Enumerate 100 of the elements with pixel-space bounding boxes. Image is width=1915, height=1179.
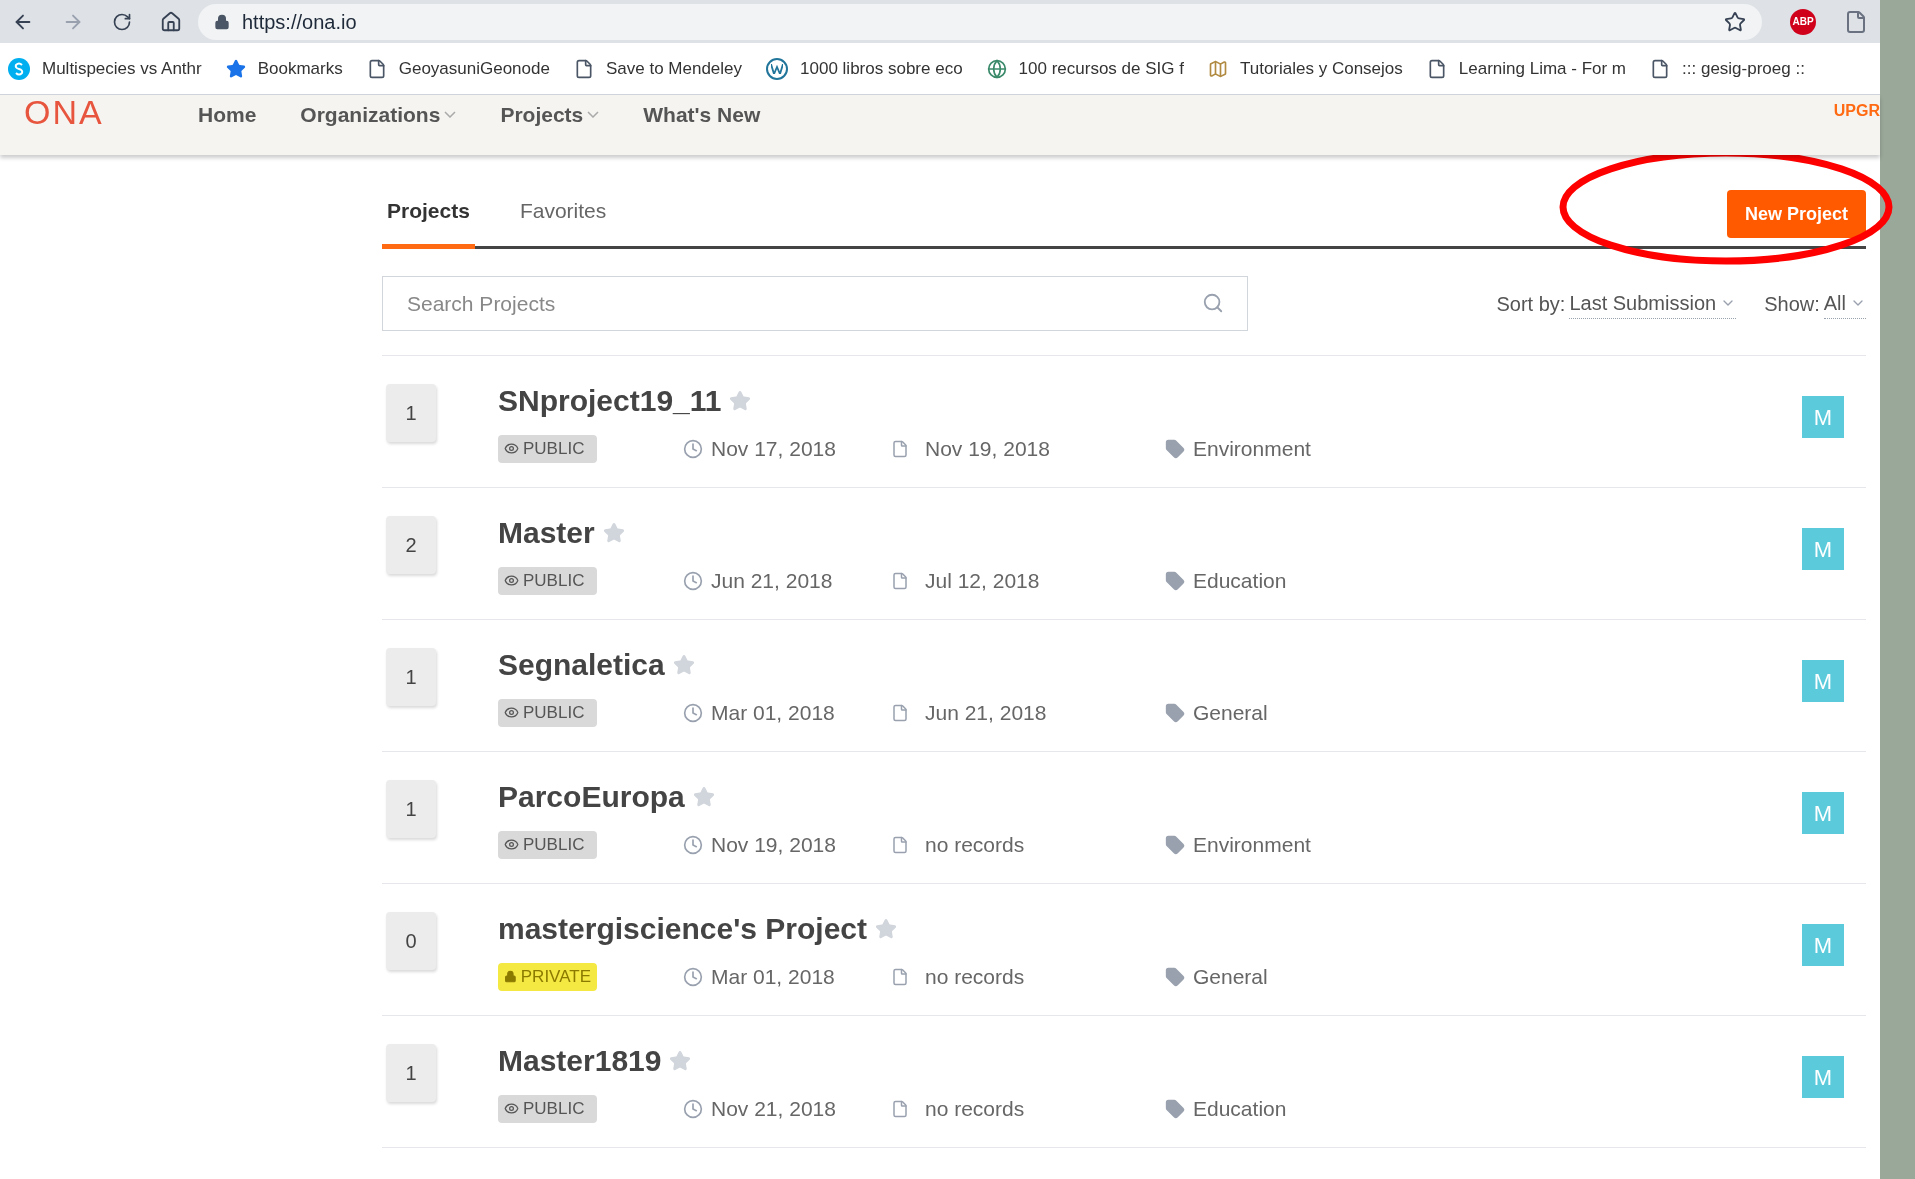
show-label: Show: xyxy=(1764,291,1820,317)
form-count-file: 1 xyxy=(386,780,436,838)
clock-icon xyxy=(683,570,703,591)
bookmark-link[interactable]: 100 recursos de SIG f xyxy=(1018,55,1184,82)
last-submission-date: Nov 19, 2018 xyxy=(925,436,1051,462)
project-title[interactable]: SNproject19_11 xyxy=(498,378,722,423)
created-date: Mar 01, 2018 xyxy=(711,700,836,726)
home-icon[interactable] xyxy=(160,10,182,33)
category-label: Environment xyxy=(1193,832,1311,858)
form-count-file: 2 xyxy=(386,516,436,574)
sort-dropdown[interactable]: Last Submission xyxy=(1569,288,1737,319)
tab[interactable]: Favorites xyxy=(514,194,612,249)
clock-icon xyxy=(683,702,703,723)
category-label: General xyxy=(1193,700,1268,726)
star-icon[interactable] xyxy=(729,389,752,412)
category-label: Environment xyxy=(1193,436,1311,462)
form-count-file: 1 xyxy=(386,1044,436,1102)
tag-icon xyxy=(1165,570,1185,591)
bookmark-link[interactable]: Bookmarks xyxy=(257,55,343,82)
search-icon[interactable] xyxy=(1202,292,1224,314)
created-date: Nov 17, 2018 xyxy=(711,436,837,462)
created-date: Nov 21, 2018 xyxy=(711,1096,837,1122)
reload-icon[interactable] xyxy=(112,11,132,32)
last-submission-date: Jul 12, 2018 xyxy=(925,568,1041,594)
bookmark-link[interactable]: GeoyasuniGeonode xyxy=(398,55,550,82)
nav-link[interactable]: Projects xyxy=(500,99,600,131)
bookmark-link[interactable]: ::: gesig-proeg :: xyxy=(1682,55,1805,82)
lock-icon xyxy=(214,13,230,30)
search-field[interactable]: Search Projects xyxy=(382,276,1248,331)
bookmark-link[interactable]: 1000 libros sobre eco xyxy=(800,55,963,82)
stop-sign-extension-button[interactable]: ABP xyxy=(1790,8,1816,35)
category-label: Education xyxy=(1193,568,1287,594)
last-submission-date: Jun 21, 2018 xyxy=(925,700,1048,726)
visibility-badge: PUBLIC xyxy=(498,1094,597,1123)
category-label: General xyxy=(1193,964,1268,990)
nav-link[interactable]: Home xyxy=(198,99,257,131)
map-icon xyxy=(1207,58,1228,79)
globe-icon xyxy=(986,58,1007,79)
visibility-badge: PUBLIC xyxy=(498,830,597,859)
form-count-file: 0 xyxy=(386,912,436,970)
last-submission-date: no records xyxy=(925,964,1026,990)
chevron-down-icon xyxy=(444,111,457,119)
star-icon[interactable] xyxy=(602,521,625,544)
tag-icon xyxy=(1165,702,1185,723)
file-icon xyxy=(891,967,909,986)
star-icon[interactable] xyxy=(875,917,897,940)
visibility-badge: PUBLIC xyxy=(498,566,597,595)
file-icon xyxy=(891,703,909,722)
lock-icon xyxy=(504,970,517,984)
file-icon xyxy=(891,1099,909,1118)
clock-icon xyxy=(683,966,703,987)
visibility-badge: PRIVATE xyxy=(498,962,597,991)
project-title[interactable]: mastergiscience's Project xyxy=(498,906,867,951)
project-title[interactable]: ParcoEuropa xyxy=(498,774,685,819)
last-submission-date: no records xyxy=(925,1096,1026,1122)
show-dropdown[interactable]: All xyxy=(1823,288,1866,319)
star-icon[interactable] xyxy=(669,1049,692,1072)
eye-icon xyxy=(504,1101,519,1117)
w-logo-icon xyxy=(766,57,789,80)
eye-icon xyxy=(504,441,519,457)
clock-icon xyxy=(683,438,703,459)
star-icon xyxy=(225,58,246,79)
visibility-badge: PUBLIC xyxy=(498,698,597,727)
bookmark-link[interactable]: Save to Mendeley xyxy=(605,55,743,82)
s-logo-icon xyxy=(8,57,30,80)
star-icon[interactable] xyxy=(692,785,715,808)
page-icon[interactable] xyxy=(1844,9,1868,34)
category-label: Education xyxy=(1193,1096,1287,1122)
last-submission-date: no records xyxy=(925,832,1026,858)
url-text: https://ona.io xyxy=(242,9,358,35)
tag-icon xyxy=(1165,438,1185,459)
address-bar[interactable]: https://ona.io xyxy=(198,3,1762,40)
eye-icon xyxy=(504,705,519,721)
created-date: Jun 21, 2018 xyxy=(711,568,834,594)
file-icon xyxy=(891,439,909,458)
bookmark-star-icon[interactable] xyxy=(1724,10,1746,33)
page-icon xyxy=(1650,58,1671,79)
form-count-file: 1 xyxy=(386,384,436,442)
visibility-badge: PUBLIC xyxy=(498,434,597,463)
project-title[interactable]: Master xyxy=(498,510,595,555)
created-date: Nov 19, 2018 xyxy=(711,832,837,858)
form-count-file: 1 xyxy=(386,648,436,706)
clock-icon xyxy=(683,834,703,855)
clock-icon xyxy=(683,1098,703,1119)
nav-link[interactable]: Organizations xyxy=(300,99,457,131)
tag-icon xyxy=(1165,1098,1185,1119)
tab[interactable]: Projects xyxy=(382,194,475,249)
tag-icon xyxy=(1165,966,1185,987)
project-title[interactable]: Segnaletica xyxy=(498,642,665,687)
file-icon xyxy=(891,571,909,590)
eye-icon xyxy=(504,573,519,589)
file-icon xyxy=(891,835,909,854)
bookmark-link[interactable]: Learning Lima - For m xyxy=(1458,55,1627,82)
nav-link[interactable]: What's New xyxy=(643,99,761,131)
project-title[interactable]: Master1819 xyxy=(498,1038,662,1083)
sort-label: Sort by: xyxy=(1496,291,1566,317)
chevron-down-icon xyxy=(587,111,600,119)
star-icon[interactable] xyxy=(672,653,695,676)
bookmark-link[interactable]: Tutoriales y Consejos xyxy=(1239,55,1403,82)
bookmark-link[interactable]: Multispecies vs Anthr xyxy=(42,55,202,82)
